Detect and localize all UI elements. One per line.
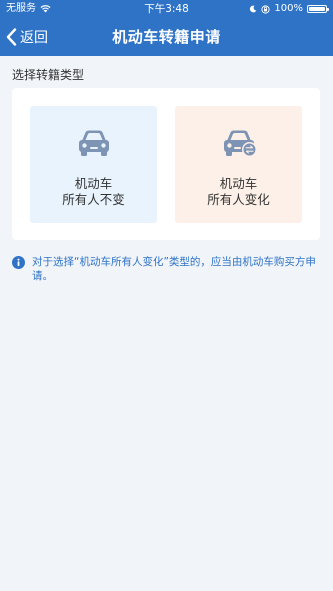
- car-exchange-icon: [224, 130, 257, 157]
- notice: 对于选择“机动车所有人变化”类型的，应当由机动车购买方申请。: [12, 255, 324, 283]
- status-bar: 无服务 下午3:48 100%: [0, 0, 333, 18]
- option-label-line2: 所有人变化: [207, 192, 270, 207]
- option-label-line1: 机动车: [219, 176, 258, 191]
- option-label-line1: 机动车: [74, 176, 113, 191]
- notice-text: 对于选择“机动车所有人变化”类型的，应当由机动车购买方申请。: [32, 256, 316, 282]
- option-label-line2: 所有人不变: [62, 192, 125, 207]
- option-label: 机动车 所有人不变: [30, 176, 157, 208]
- option-owner-changed[interactable]: 机动车 所有人变化: [175, 106, 302, 223]
- section-label: 选择转籍类型: [12, 68, 85, 82]
- header: 无服务 下午3:48 100% 返回 机动车转籍申请: [0, 0, 333, 56]
- battery-icon: [307, 5, 329, 13]
- orientation-lock-icon: [261, 4, 271, 14]
- info-icon: [12, 256, 25, 269]
- status-right: 100%: [249, 0, 329, 18]
- transfer-type-card: 机动车 所有人不变 机动车 所有人变化: [12, 88, 320, 240]
- option-owner-unchanged[interactable]: 机动车 所有人不变: [30, 106, 157, 223]
- battery-level: [309, 7, 325, 11]
- moon-icon: [250, 5, 257, 13]
- option-label: 机动车 所有人变化: [175, 176, 302, 208]
- car-icon: [79, 130, 109, 156]
- page-title: 机动车转籍申请: [112, 28, 221, 46]
- battery-percent: 100%: [274, 3, 303, 14]
- navbar: 返回 机动车转籍申请: [0, 18, 333, 56]
